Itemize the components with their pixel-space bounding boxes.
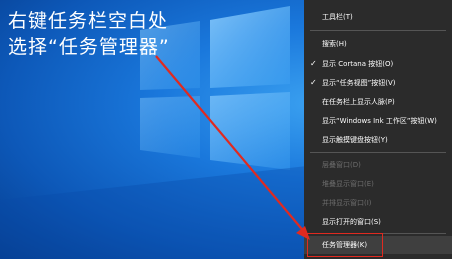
taskbar-context-menu: 工具栏(T) 搜索(H) ✓ 显示 Cortana 按钮(O) ✓ 显示“任务视… [304, 0, 452, 259]
menu-item-show-desktop-windows[interactable]: 显示打开的窗口(S) [304, 213, 452, 231]
menu-item-show-people[interactable]: 在任务栏上显示人脉(P) [304, 93, 452, 111]
menu-item-label: 在任务栏上显示人脉(P) [322, 98, 395, 106]
menu-item-label: 搜索(H) [322, 40, 347, 48]
menu-separator [310, 30, 446, 31]
menu-item-label: 层叠窗口(D) [322, 161, 361, 169]
checkmark-icon: ✓ [310, 78, 317, 87]
menu-item-cascade-windows[interactable]: 层叠窗口(D) [304, 156, 452, 174]
instruction-annotation: 右键任务栏空白处 选择“任务管理器” [8, 8, 170, 60]
menu-item-side-by-side-windows[interactable]: 并排显示窗口(I) [304, 194, 452, 212]
instruction-line-2: 选择“任务管理器” [8, 36, 170, 58]
menu-item-label: 并排显示窗口(I) [322, 199, 372, 207]
menu-item-show-task-view[interactable]: ✓ 显示“任务视图”按钮(V) [304, 74, 452, 92]
menu-item-label: 工具栏(T) [322, 13, 353, 21]
menu-item-label: 显示打开的窗口(S) [322, 218, 381, 226]
checkmark-icon: ✓ [310, 59, 317, 68]
menu-item-label: 显示 Cortana 按钮(O) [322, 60, 394, 68]
menu-item-toolbars[interactable]: 工具栏(T) [304, 8, 452, 26]
menu-item-label: 显示“任务视图”按钮(V) [322, 79, 396, 87]
menu-separator [310, 152, 446, 153]
menu-item-search[interactable]: 搜索(H) [304, 35, 452, 53]
menu-item-label: 显示“Windows Ink 工作区”按钮(W) [322, 117, 437, 125]
task-manager-highlight-box [307, 233, 383, 257]
menu-item-label: 显示触摸键盘按钮(Y) [322, 136, 388, 144]
menu-item-label: 堆叠显示窗口(E) [322, 180, 374, 188]
menu-item-show-cortana[interactable]: ✓ 显示 Cortana 按钮(O) [304, 55, 452, 73]
menu-item-stacked-windows[interactable]: 堆叠显示窗口(E) [304, 175, 452, 193]
menu-item-windows-ink[interactable]: 显示“Windows Ink 工作区”按钮(W) [304, 112, 452, 130]
instruction-line-1: 右键任务栏空白处 [8, 10, 169, 32]
menu-item-touch-keyboard[interactable]: 显示触摸键盘按钮(Y) [304, 131, 452, 149]
